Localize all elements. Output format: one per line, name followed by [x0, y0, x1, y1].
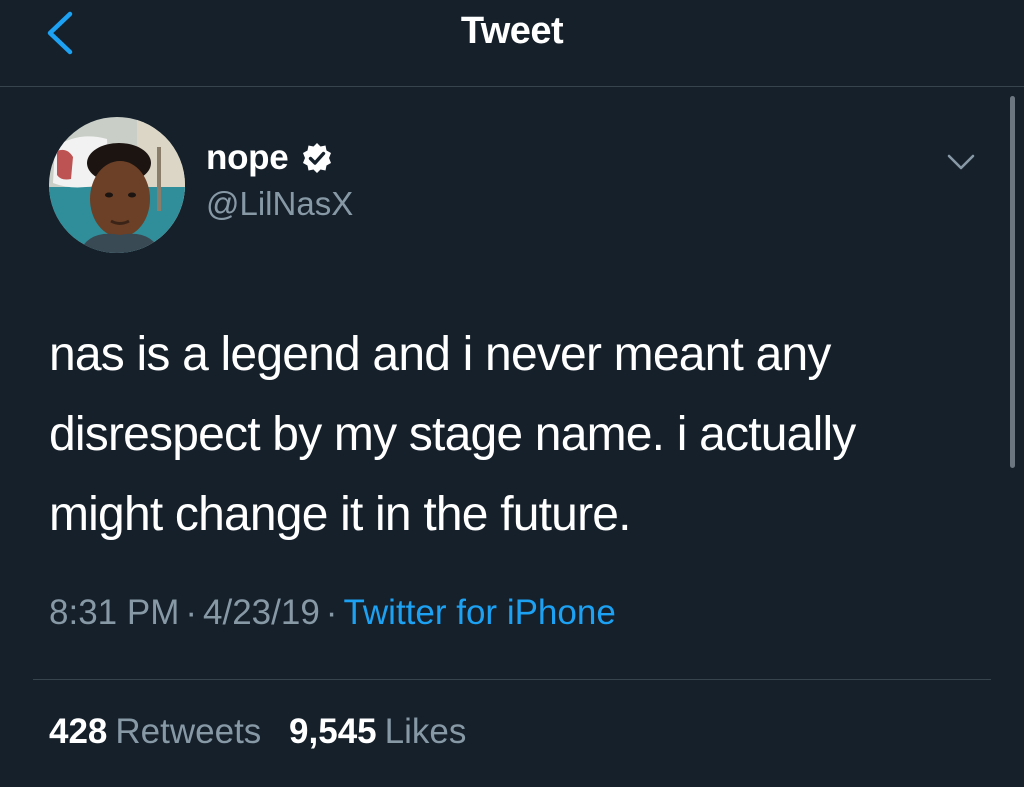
tweet-text-line: disrespect by my stage name. i actually	[49, 408, 856, 461]
tweet-stats: 428 Retweets 9,545 Likes	[49, 712, 466, 752]
meta-separator: ·	[325, 593, 338, 632]
tweet-time: 8:31 PM	[49, 593, 180, 632]
verified-badge-icon	[300, 141, 334, 175]
tweet-text-line: nas is a legend and i never meant any	[49, 328, 831, 381]
likes-label: Likes	[384, 712, 467, 751]
divider	[33, 679, 991, 680]
scrollbar[interactable]	[1010, 96, 1015, 468]
meta-separator: ·	[185, 593, 198, 632]
chevron-down-icon	[947, 154, 975, 170]
likes-stat[interactable]: 9,545 Likes	[289, 712, 466, 751]
tweet-text-line: might change it in the future.	[49, 488, 632, 541]
tweet-text: nas is a legend and i never meant any di…	[49, 315, 989, 555]
page-title: Tweet	[460, 10, 564, 52]
retweets-stat[interactable]: 428 Retweets	[49, 712, 261, 751]
tweet-source-link[interactable]: Twitter for iPhone	[343, 593, 615, 632]
more-options-button[interactable]	[943, 147, 979, 177]
author-name-row[interactable]: nope	[206, 134, 334, 182]
author-handle[interactable]: @LilNasX	[206, 185, 353, 223]
retweets-label: Retweets	[115, 712, 262, 751]
tweet-date: 4/23/19	[203, 593, 320, 632]
retweets-count: 428	[49, 712, 108, 751]
avatar[interactable]	[49, 117, 185, 253]
navigation-bar: Tweet	[0, 0, 1024, 87]
profile-photo	[49, 117, 185, 253]
tweet-metadata: 8:31 PM · 4/23/19 · Twitter for iPhone	[49, 593, 616, 633]
display-name[interactable]: nope	[206, 138, 289, 178]
likes-count: 9,545	[289, 712, 377, 751]
